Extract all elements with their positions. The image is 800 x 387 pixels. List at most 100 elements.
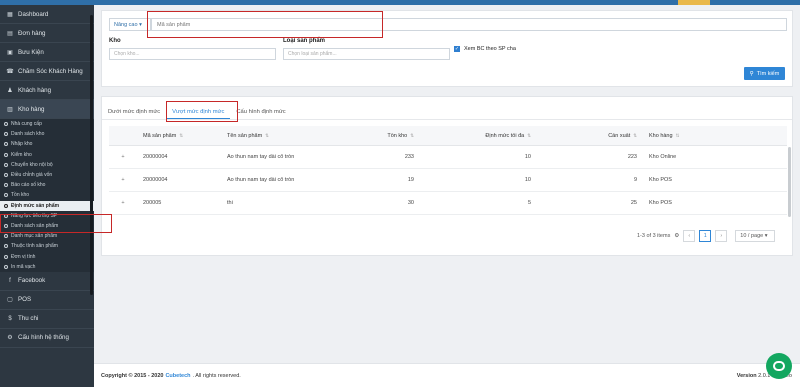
sort-icon[interactable]: ⇅ — [676, 133, 680, 138]
circle-icon — [4, 122, 8, 127]
expand-row-icon[interactable]: + — [109, 154, 137, 160]
column-header[interactable]: Kho hàng ⇅ — [643, 133, 787, 139]
sidebar-subitem-label: Điều chỉnh giá vốn — [11, 172, 53, 179]
filter-panel: Nâng cao ▾ Kho Chọn kho... Loại sản phẩm… — [101, 10, 793, 87]
tab-2[interactable]: Cấu hình định mức — [230, 105, 291, 119]
sort-icon[interactable]: ⇅ — [265, 133, 269, 138]
sidebar-subitem[interactable]: Tồn kho — [0, 190, 94, 201]
warehouse-select[interactable]: Chọn kho... — [109, 48, 276, 60]
column-header[interactable]: Mã sản phẩm ⇅ — [137, 133, 221, 139]
sidebar-item-customers[interactable]: ♟ Khách hàng — [0, 81, 94, 100]
sidebar-item-label: POS — [18, 296, 32, 304]
cell-code: 200005 — [143, 200, 162, 206]
column-header[interactable]: Tên sản phẩm ⇅ — [221, 133, 320, 139]
cell-export: 223 — [627, 154, 637, 160]
sort-icon[interactable]: ⇅ — [633, 133, 637, 138]
sidebar-item-package[interactable]: ▣ Bưu Kiện — [0, 43, 94, 62]
sidebar-subitem[interactable]: Kiểm kho — [0, 149, 94, 160]
sidebar-item-money[interactable]: $ Thu chi — [0, 310, 94, 329]
prev-page-button[interactable]: ‹ — [683, 230, 696, 242]
advanced-dropdown-button[interactable]: Nâng cao ▾ — [109, 18, 151, 31]
sidebar-item-label: Cấu hình hệ thống — [18, 334, 69, 342]
sidebar-subitem[interactable]: Báo cáo số kho — [0, 180, 94, 191]
circle-icon — [4, 213, 8, 218]
chat-button[interactable] — [766, 353, 792, 379]
search-button[interactable]: ⚲ Tìm kiếm — [744, 67, 785, 80]
sidebar-subitem[interactable]: Định mức sản phẩm — [0, 200, 94, 211]
sidebar-scrollbar[interactable] — [90, 15, 93, 295]
top-bar — [0, 0, 800, 5]
parent-product-checkbox[interactable]: ✓ Xem BC theo SP cha — [454, 46, 516, 52]
copyright-text: Copyright © 2015 - 2020 — [101, 372, 164, 379]
product-code-search-input[interactable] — [151, 18, 787, 31]
sidebar-subitem-label: Chuyển kho nội bộ — [11, 161, 53, 168]
tab-divider — [102, 119, 792, 120]
chat-bubble-icon — [773, 361, 785, 371]
next-page-button[interactable]: › — [715, 230, 728, 242]
sidebar: ▦ Dashboard ▤ Đơn hàng ▣ Bưu Kiện ☎ Chăm Sóc Kh… — [0, 5, 94, 387]
brand-link[interactable]: Cubetech — [165, 373, 190, 379]
tab-0[interactable]: Dưới mức định mức — [102, 105, 166, 119]
sidebar-subitem-label: Tồn kho — [11, 192, 30, 199]
sidebar-item-label: Kho hàng — [18, 105, 45, 113]
sidebar-subitem[interactable]: Danh mục sản phẩm — [0, 231, 94, 242]
sidebar-subitem[interactable]: Năng lực tiêu thụ SP — [0, 210, 94, 221]
cell-export: 9 — [633, 177, 637, 183]
column-header[interactable]: Cần xuất ⇅ — [537, 133, 643, 139]
sidebar-item-facebook[interactable]: f Facebook — [0, 272, 94, 291]
sort-icon[interactable]: ⇅ — [410, 133, 414, 138]
sidebar-subitem[interactable]: Nhà cung cấp — [0, 119, 94, 130]
sidebar-item-settings[interactable]: ⚙ Cấu hình hệ thống — [0, 329, 94, 348]
customers-icon: ♟ — [7, 87, 13, 94]
settings-gear-icon[interactable]: ⚙ — [674, 233, 679, 239]
expand-row-icon[interactable]: + — [109, 200, 137, 206]
sidebar-subitem[interactable]: Danh sách kho — [0, 129, 94, 140]
cell-warehouse: Kho Online — [649, 154, 677, 160]
cell-name: thi — [227, 200, 233, 206]
sidebar-subitem-label: Danh mục sản phẩm — [11, 233, 58, 240]
cell-code: 20000004 — [143, 177, 168, 183]
sidebar-subitem-label: Định mức sản phẩm — [11, 202, 60, 209]
table-header: Mã sản phẩm ⇅ Tên sản phẩm ⇅ Tồn kho ⇅ Định mứ… — [109, 126, 787, 146]
sidebar-subitem[interactable]: Đơn vị tính — [0, 251, 94, 262]
table-row: +20000004 Áo thun nam tay dài cổ tròn 233 1… — [109, 146, 787, 169]
sidebar-item-support[interactable]: ☎ Chăm Sóc Khách Hàng — [0, 62, 94, 81]
column-header[interactable]: Tồn kho ⇅ — [320, 133, 420, 139]
sidebar-item-pos[interactable]: ▢ POS — [0, 291, 94, 310]
sort-icon[interactable]: ⇅ — [527, 133, 531, 138]
cell-stock: 233 — [404, 154, 414, 160]
column-header-label: Tên sản phẩm — [227, 132, 263, 139]
table-scrollbar[interactable] — [788, 147, 791, 217]
cell-stock: 30 — [407, 200, 414, 206]
sidebar-subitem[interactable]: Nhập kho — [0, 139, 94, 150]
expand-row-icon[interactable]: + — [109, 177, 137, 183]
sidebar-item-dashboard[interactable]: ▦ Dashboard — [0, 5, 94, 24]
cell-export: 25 — [630, 200, 637, 206]
page-size-select[interactable]: 10 / page ▾ — [735, 230, 776, 242]
sidebar-item-warehouse[interactable]: ▥ Kho hàng — [0, 100, 94, 119]
cell-max: 10 — [524, 154, 531, 160]
sidebar-subitem[interactable]: Chuyển kho nội bộ — [0, 159, 94, 170]
sidebar-subitem[interactable]: Danh sách sản phẩm — [0, 220, 94, 232]
sidebar-subitem-label: Danh sách sản phẩm — [11, 222, 59, 229]
product-type-label: Loại sản phẩm — [283, 38, 326, 44]
pos-icon: ▢ — [7, 297, 13, 304]
sidebar-subitem[interactable]: In mã vạch — [0, 261, 94, 272]
table-body: +20000004 Áo thun nam tay dài cổ tròn 233 1… — [109, 146, 787, 215]
sidebar-item-orders[interactable]: ▤ Đơn hàng — [0, 24, 94, 43]
column-header[interactable]: Định mức tối đa ⇅ — [420, 133, 537, 139]
sidebar-subitem[interactable]: Điều chỉnh giá vốn — [0, 169, 94, 181]
sort-icon[interactable]: ⇅ — [179, 133, 183, 138]
sidebar-item-label: Dashboard — [18, 10, 49, 18]
page-1-button[interactable]: 1 — [699, 230, 712, 242]
circle-icon — [4, 132, 8, 137]
sidebar-item-label: Thu chi — [18, 315, 39, 323]
tab-1[interactable]: Vượt mức định mức — [166, 105, 231, 119]
product-type-select[interactable]: Chọn loại sản phẩm... — [283, 48, 450, 60]
cell-max: 5 — [527, 200, 531, 206]
cell-stock: 19 — [407, 177, 414, 183]
sidebar-subitem-label: Kiểm kho — [11, 151, 32, 158]
sidebar-subitem[interactable]: Thuộc tính sản phẩm — [0, 241, 94, 252]
sidebar-subitem-label: Nhập kho — [11, 141, 33, 148]
cell-name: Áo thun nam tay dài cổ tròn — [227, 177, 295, 183]
